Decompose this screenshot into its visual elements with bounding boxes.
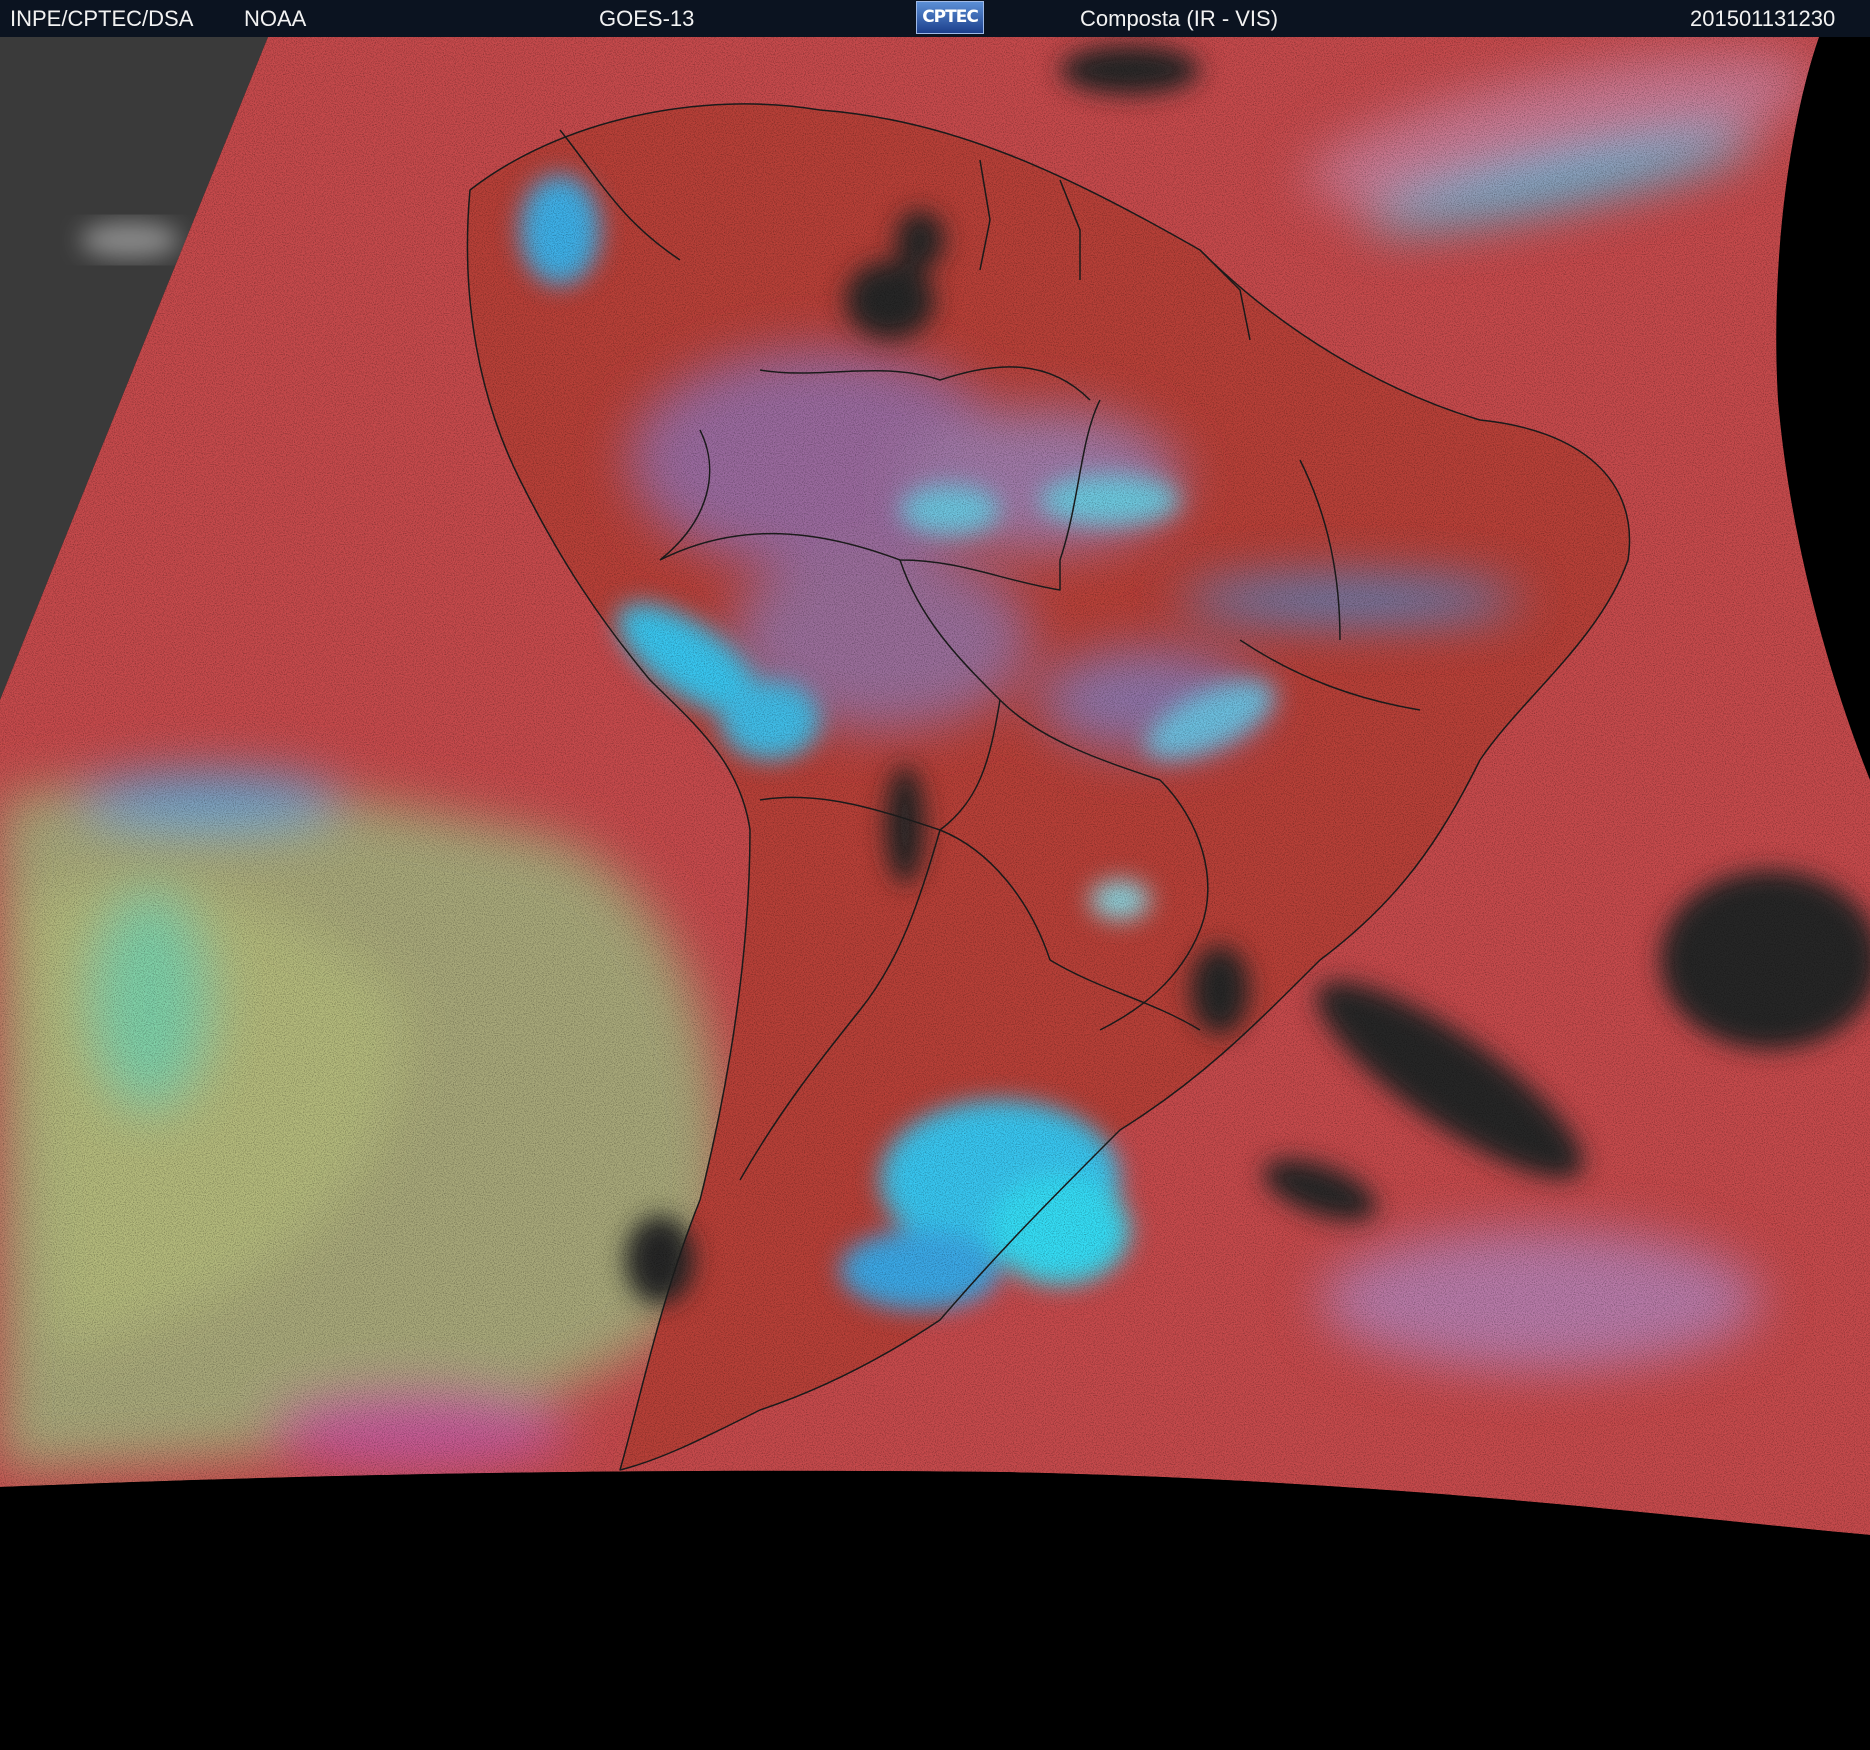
satellite-label: GOES-13 <box>599 6 695 31</box>
cptec-logo-icon: CPTEC <box>916 1 984 34</box>
source-label: NOAA <box>244 6 307 31</box>
satellite-composite-svg <box>0 37 1870 1750</box>
satellite-image <box>0 37 1870 1750</box>
product-label: Composta (IR - VIS) <box>1080 6 1279 31</box>
image-header-bar: INPE/CPTEC/DSA NOAA GOES-13 CPTEC Compos… <box>0 0 1870 37</box>
timestamp-label: 201501131230 <box>1690 6 1836 31</box>
agency-label: INPE/CPTEC/DSA <box>10 6 194 31</box>
